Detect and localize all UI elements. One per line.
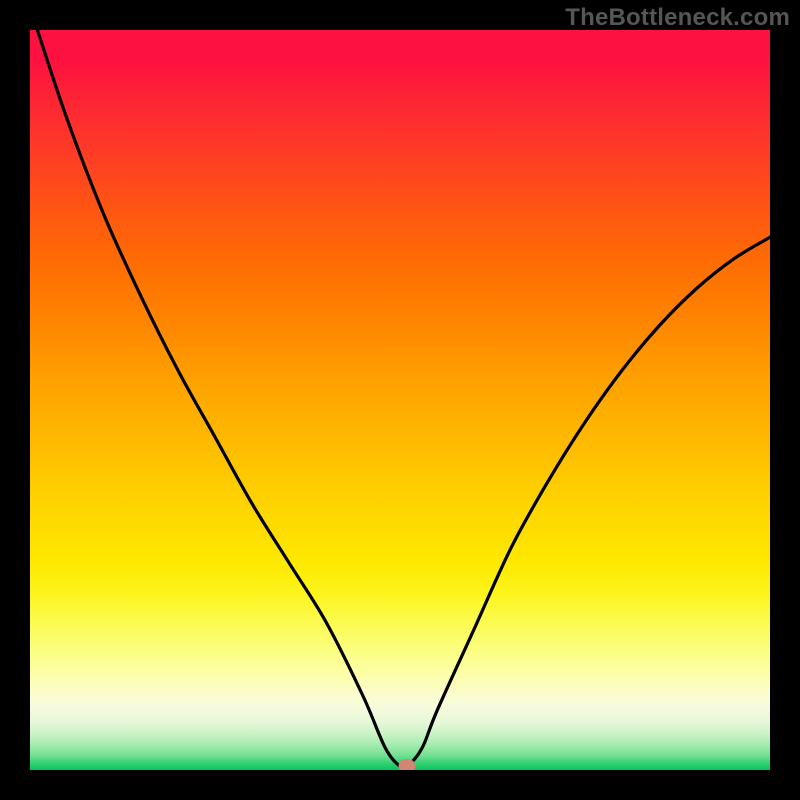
current-point-marker bbox=[399, 759, 416, 770]
bottleneck-curve bbox=[30, 30, 770, 770]
plot-area bbox=[30, 30, 770, 770]
chart-frame: TheBottleneck.com bbox=[0, 0, 800, 800]
watermark-text: TheBottleneck.com bbox=[565, 4, 790, 32]
